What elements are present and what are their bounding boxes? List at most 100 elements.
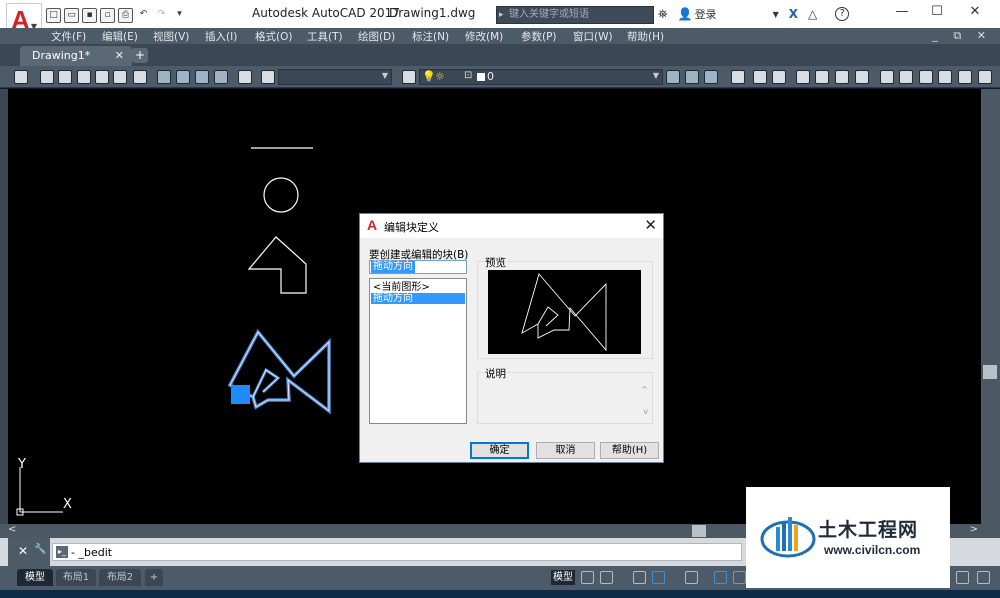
block-name-input[interactable]: 拖动方向: [369, 260, 467, 274]
tab-drawing1[interactable]: Drawing1* ✕: [20, 46, 132, 66]
mdi-controls[interactable]: _ ⧉ ✕: [932, 29, 992, 43]
tab-layout1[interactable]: 布局1: [56, 569, 96, 586]
scroll-up-icon[interactable]: ^: [641, 385, 648, 394]
menu-modify[interactable]: 修改(M): [465, 29, 503, 44]
layer-tool-icon-3[interactable]: [704, 70, 718, 84]
list-item-selected[interactable]: 拖动方向: [371, 293, 465, 304]
snap-tracking-icon[interactable]: [733, 571, 746, 584]
prompt-icon[interactable]: ▸_: [56, 546, 68, 558]
model-space-button[interactable]: 模型: [551, 570, 575, 585]
dim-diameter-icon[interactable]: [855, 70, 869, 84]
open-file-icon[interactable]: ▭: [64, 7, 79, 23]
dim-baseline-icon[interactable]: [919, 70, 933, 84]
render-icon-1[interactable]: [157, 70, 171, 84]
menu-help[interactable]: 帮助(H): [627, 29, 664, 44]
scroll-right-icon[interactable]: >: [970, 524, 978, 535]
snap-icon[interactable]: [600, 571, 613, 584]
close-icon[interactable]: ✕: [18, 544, 28, 558]
layer-dropdown[interactable]: 💡 ☼ ⊡ ▼: [419, 69, 663, 85]
undo-icon[interactable]: ↶: [136, 8, 151, 23]
dim-radius-icon[interactable]: [815, 70, 829, 84]
grid-icon[interactable]: [581, 571, 594, 584]
dim-continue-icon[interactable]: [938, 70, 952, 84]
layer-tool-icon-2[interactable]: [685, 70, 699, 84]
minimize-button[interactable]: —: [889, 4, 915, 22]
menu-window[interactable]: 窗口(W): [573, 29, 613, 44]
scroll-thumb[interactable]: [692, 525, 706, 537]
help-icon[interactable]: ?: [835, 7, 850, 21]
a360-icon[interactable]: △: [808, 7, 817, 21]
visual-style-edges-icon[interactable]: [133, 70, 147, 84]
render-icon-4[interactable]: [214, 70, 228, 84]
menu-view[interactable]: 视图(V): [153, 29, 189, 44]
dim-jogged-icon[interactable]: [835, 70, 849, 84]
list-item[interactable]: <当前图形>: [371, 282, 465, 293]
redo-icon[interactable]: ↷: [154, 8, 169, 23]
dim-break-icon[interactable]: [978, 70, 992, 84]
customize-icon[interactable]: [977, 571, 990, 584]
visual-style-shaded-icon[interactable]: [113, 70, 127, 84]
maximize-button[interactable]: ☐: [924, 4, 950, 22]
fullscreen-icon[interactable]: [956, 571, 969, 584]
binoculars-icon[interactable]: ⛯: [658, 7, 668, 22]
new-tab-button[interactable]: +: [132, 48, 148, 63]
dim-quick-icon[interactable]: [899, 70, 913, 84]
save-icon[interactable]: ▪: [82, 7, 97, 23]
print-icon[interactable]: ⎙: [118, 7, 133, 23]
object-snap-icon[interactable]: [714, 571, 727, 584]
dim-aligned-icon[interactable]: [753, 70, 767, 84]
menu-parameter[interactable]: 参数(P): [521, 29, 557, 44]
tab-layout2[interactable]: 布局2: [99, 569, 141, 586]
add-layout-button[interactable]: +: [145, 569, 163, 586]
dim-space-icon[interactable]: [958, 70, 972, 84]
dim-angular-icon[interactable]: [880, 70, 894, 84]
render-icon-3[interactable]: [195, 70, 209, 84]
search-input[interactable]: 键入关键字或短语: [496, 6, 654, 24]
visual-style-2d-icon[interactable]: [40, 70, 54, 84]
render-icon-2[interactable]: [176, 70, 190, 84]
exchange-icon[interactable]: X: [789, 7, 798, 21]
new-file-icon[interactable]: □: [46, 7, 61, 23]
dim-arc-icon[interactable]: [772, 70, 786, 84]
ortho-icon[interactable]: [633, 571, 646, 584]
tab-model[interactable]: 模型: [17, 569, 53, 586]
visual-style-realistic-icon[interactable]: [95, 70, 109, 84]
save-as-icon[interactable]: ▫: [100, 7, 115, 23]
block-list[interactable]: <当前图形> 拖动方向: [369, 278, 467, 424]
scroll-thumb[interactable]: [983, 365, 997, 379]
close-button[interactable]: ✕: [962, 4, 988, 22]
layer-properties-icon[interactable]: [402, 70, 416, 84]
menu-format[interactable]: 格式(O): [255, 29, 292, 44]
dialog-close-icon[interactable]: ✕: [644, 216, 657, 234]
render-settings-icon[interactable]: [261, 70, 275, 84]
isodraft-icon[interactable]: [685, 571, 698, 584]
visual-style-conceptual-icon[interactable]: [77, 70, 91, 84]
tab-close-icon[interactable]: ✕: [115, 49, 124, 62]
signin-link[interactable]: 登录: [695, 6, 717, 22]
menu-tools[interactable]: 工具(T): [307, 29, 343, 44]
scroll-down-icon[interactable]: v: [643, 407, 648, 416]
layer-tool-icon-1[interactable]: [666, 70, 680, 84]
scroll-left-icon[interactable]: <: [8, 524, 16, 535]
visual-style-dropdown[interactable]: ▼: [278, 69, 392, 85]
ok-button[interactable]: 确定: [470, 442, 529, 459]
description-textarea[interactable]: ^ v: [478, 379, 652, 423]
menu-edit[interactable]: 编辑(E): [102, 29, 138, 44]
visual-style-hidden-icon[interactable]: [58, 70, 72, 84]
cancel-button[interactable]: 取消: [536, 442, 595, 459]
help-button[interactable]: 帮助(H): [600, 442, 659, 459]
menu-insert[interactable]: 插入(I): [205, 29, 237, 44]
named-views-icon[interactable]: [14, 70, 28, 84]
user-icon[interactable]: 👤: [678, 7, 693, 21]
menu-file[interactable]: 文件(F): [51, 29, 86, 44]
vertical-scrollbar[interactable]: [981, 89, 1000, 524]
wrench-icon[interactable]: 🔧: [34, 544, 46, 555]
dim-linear-icon[interactable]: [731, 70, 745, 84]
qat-customize-icon[interactable]: ▾: [172, 8, 187, 23]
camera-icon[interactable]: [238, 70, 252, 84]
menu-dimension[interactable]: 标注(N): [412, 29, 449, 44]
dim-ordinate-icon[interactable]: [796, 70, 810, 84]
polar-icon[interactable]: [652, 571, 665, 584]
command-input[interactable]: ▸_ - _bedit: [52, 543, 742, 561]
chevron-down-icon[interactable]: ▼: [773, 10, 779, 19]
